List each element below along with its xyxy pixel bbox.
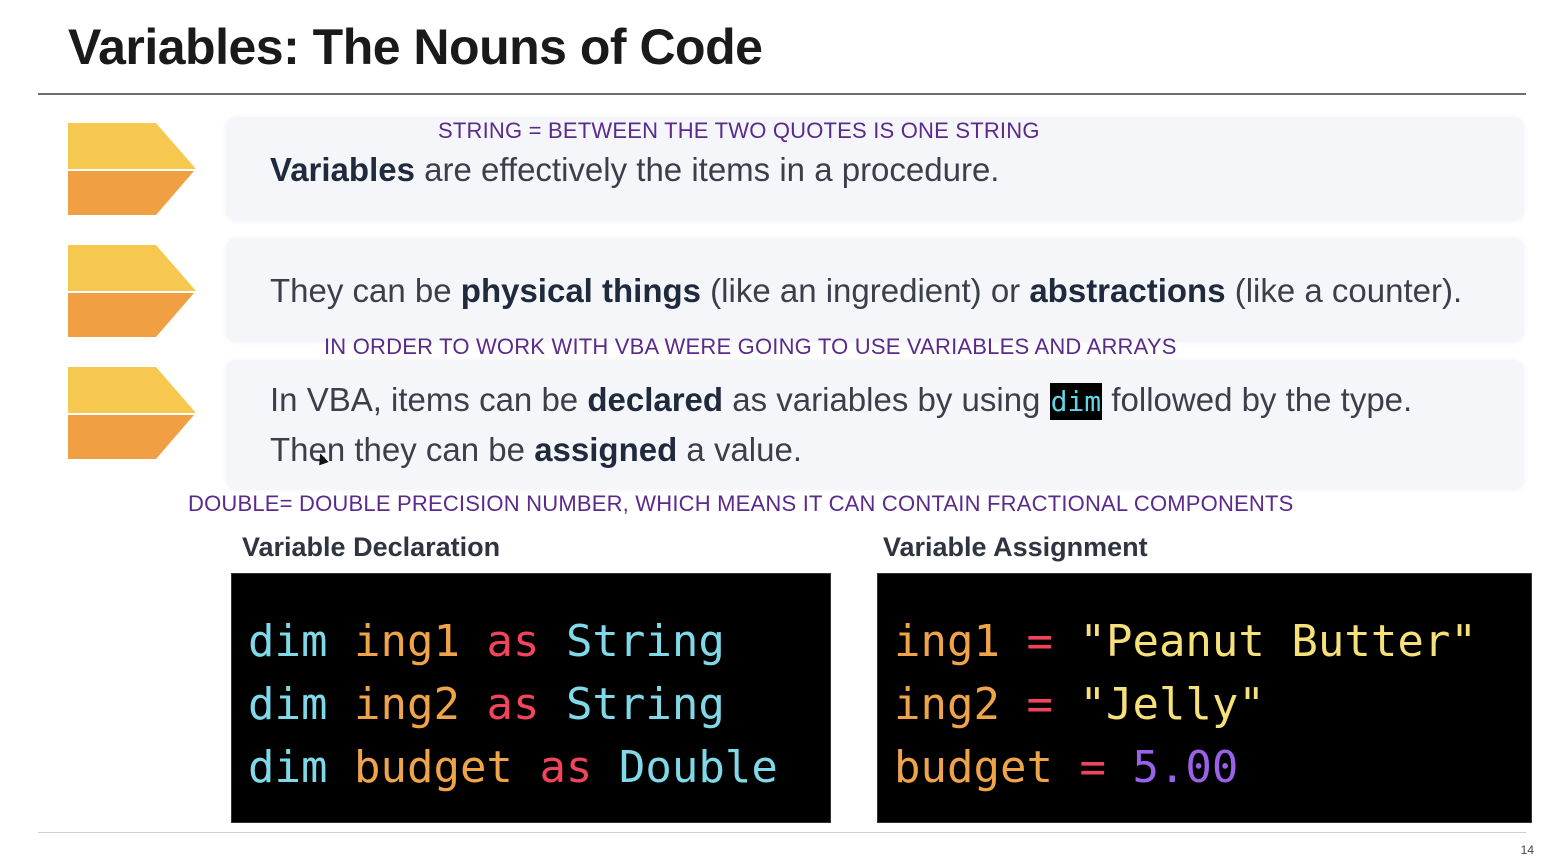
bullet-arrow-icon (68, 367, 196, 459)
declaration-heading: Variable Declaration (242, 532, 501, 562)
bullet-text-2: They can be physical things (like an ing… (270, 272, 1463, 309)
bullet-text-3: In VBA, items can be declared as variabl… (270, 381, 1413, 468)
code-line: ing2 = "Jelly" (894, 679, 1265, 730)
code-line: budget = 5.00 (894, 742, 1239, 793)
slide-title: Variables: The Nouns of Code (68, 19, 763, 75)
assignment-code-block: ing1 = "Peanut Butter" ing2 = "Jelly" bu… (877, 573, 1532, 823)
page-number: 14 (1520, 843, 1534, 857)
bold-term: Variables (270, 151, 415, 188)
title-divider (38, 93, 1526, 95)
bold-term: abstractions (1029, 272, 1226, 309)
bold-term: assigned (534, 431, 678, 468)
annotation-note-double: DOUBLE= DOUBLE PRECISION NUMBER, WHICH M… (188, 491, 1294, 516)
annotation-note-vba: IN ORDER TO WORK WITH VBA WERE GOING TO … (324, 334, 1177, 359)
code-line: ing1 = "Peanut Butter" (894, 616, 1477, 667)
bold-term: physical things (460, 272, 701, 309)
annotation-note-string: STRING = BETWEEN THE TWO QUOTES IS ONE S… (438, 118, 1040, 143)
bold-term: declared (587, 381, 724, 418)
code-line: dim budget as Double (248, 742, 778, 793)
bullet-text-1: Variables are effectively the items in a… (270, 151, 1000, 188)
assignment-heading: Variable Assignment (883, 532, 1148, 562)
footer-divider (38, 832, 1526, 833)
code-line: dim ing1 as String (248, 616, 725, 667)
declaration-code-block: dim ing1 as String dim ing2 as String di… (231, 573, 831, 823)
inline-code-dim: dim (1049, 383, 1103, 420)
code-line: dim ing2 as String (248, 679, 725, 730)
bullet-arrow-icon (68, 123, 196, 215)
bullet-arrow-icon (68, 245, 196, 337)
